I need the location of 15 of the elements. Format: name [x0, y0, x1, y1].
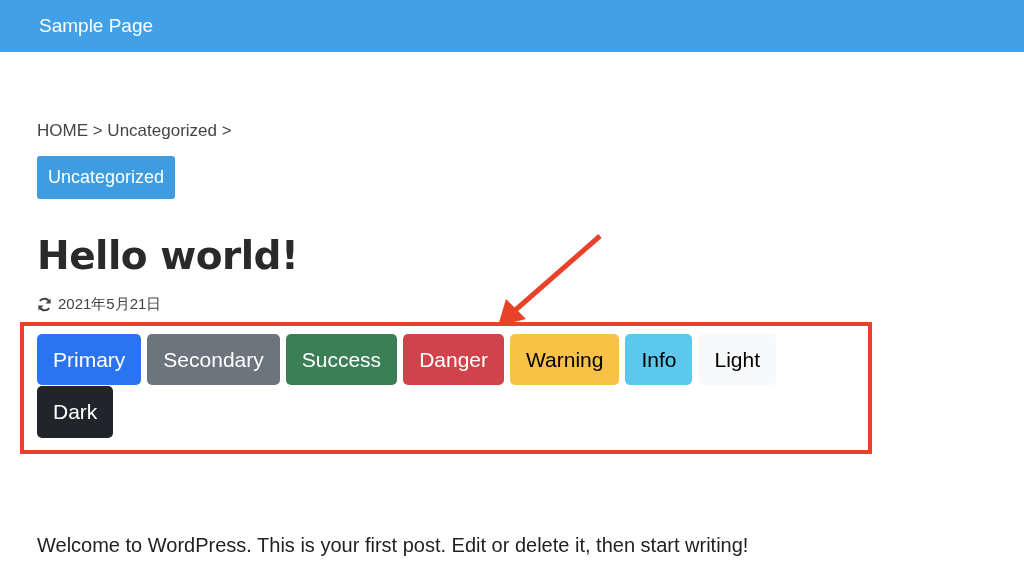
category-tag[interactable]: Uncategorized [37, 155, 176, 199]
variant-button[interactable]: Warning [510, 333, 620, 386]
site-title[interactable]: Sample Page [39, 11, 154, 41]
variant-button[interactable]: Danger [403, 333, 504, 386]
refresh-icon [37, 297, 52, 313]
post-date: 2021年5月21日 [58, 294, 162, 315]
breadcrumb: HOME > Uncategorized > [37, 120, 233, 142]
variant-button[interactable]: Primary [37, 333, 142, 386]
post-title: Hello world! [37, 232, 300, 280]
variant-button[interactable]: Success [285, 333, 398, 386]
post-paragraph: Welcome to WordPress. This is your first post. Edit or delete it, then start writing! [37, 532, 750, 558]
variant-button[interactable]: Info [625, 333, 693, 386]
variant-button[interactable]: Dark [37, 386, 114, 438]
variant-button[interactable]: Light [698, 333, 776, 386]
variant-button[interactable]: Secondary [147, 333, 280, 386]
